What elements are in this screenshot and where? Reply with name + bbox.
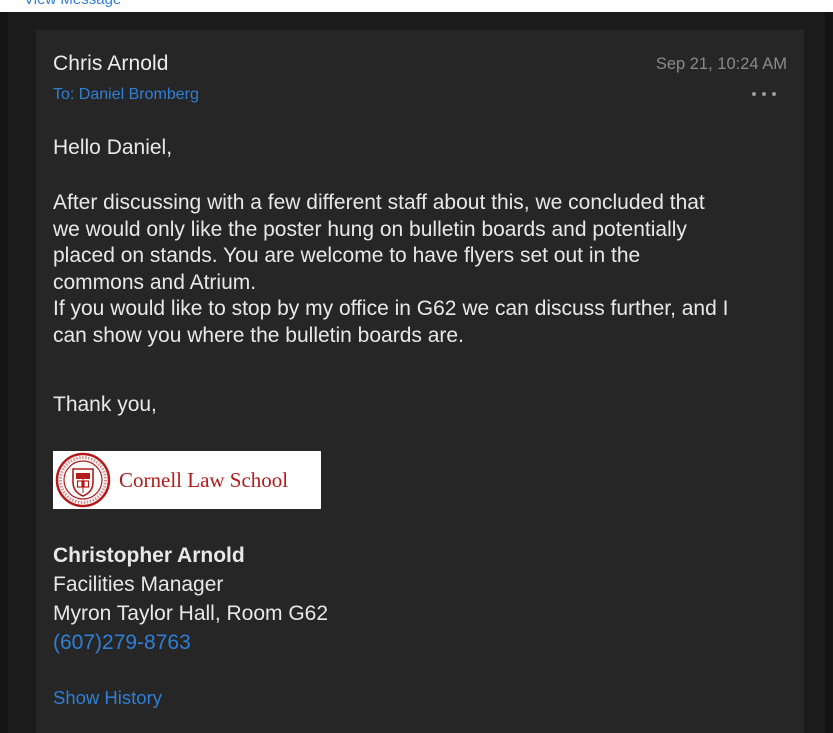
- message-body: After discussing with a few different st…: [53, 190, 788, 349]
- cornell-law-logo: Cornell Law School: [53, 451, 321, 509]
- signature-name: Christopher Arnold: [53, 544, 245, 567]
- signature-office: Myron Taylor Hall, Room G62: [53, 602, 329, 625]
- show-history-link[interactable]: Show History: [53, 687, 162, 709]
- more-horizontal-icon: [762, 92, 766, 96]
- cornell-seal-icon: [55, 452, 111, 508]
- body-line: After discussing with a few different st…: [53, 191, 705, 214]
- closing: Thank you,: [53, 393, 157, 416]
- more-options-button[interactable]: [752, 92, 776, 96]
- more-horizontal-icon: [772, 92, 776, 96]
- body-line: we would only like the poster hung on bu…: [53, 217, 687, 241]
- body-line: commons and Atrium.: [53, 270, 257, 294]
- greeting: Hello Daniel,: [53, 136, 173, 159]
- signature-phone-link[interactable]: (607)279-8763: [53, 631, 191, 655]
- body-line: placed on stands. You are welcome to hav…: [53, 244, 641, 267]
- more-horizontal-icon: [752, 92, 756, 96]
- signature-title: Facilities Manager: [53, 573, 224, 596]
- message-date: Sep 21, 10:24 AM: [655, 55, 787, 73]
- recipient-line[interactable]: To: Daniel Bromberg: [53, 86, 199, 104]
- logo-text: Cornell Law School: [119, 467, 289, 492]
- top-bar: View Message: [0, 0, 833, 12]
- body-line: If you would like to stop by my office i…: [53, 297, 729, 320]
- sender-name[interactable]: Chris Arnold: [53, 52, 169, 76]
- view-message-link[interactable]: View Message: [24, 0, 121, 8]
- body-line: can show you where the bulletin boards a…: [53, 323, 464, 347]
